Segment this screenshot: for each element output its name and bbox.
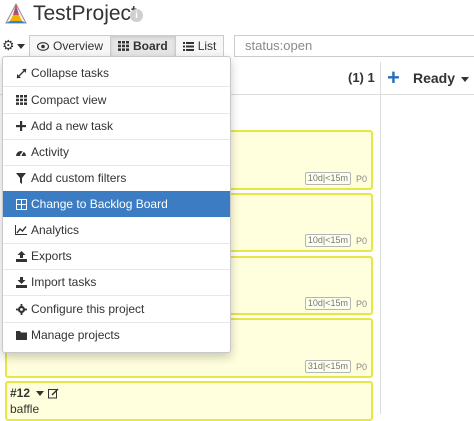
plus-icon	[13, 121, 29, 131]
eye-icon	[37, 41, 49, 51]
menu-item-analytics[interactable]: Analytics	[3, 217, 230, 243]
filter-icon	[13, 172, 29, 184]
menu-item-label: Add custom filters	[31, 171, 127, 185]
info-icon[interactable]: i	[130, 9, 143, 22]
menu-item-manage-projects[interactable]: Manage projects	[3, 322, 230, 348]
grid-icon	[13, 95, 29, 105]
menu-item-label: Analytics	[31, 223, 80, 237]
gear-icon: ⚙	[2, 37, 15, 53]
list-view-button[interactable]: List	[174, 35, 225, 57]
board-icon	[13, 198, 29, 210]
menu-item-label: Change to Backlog Board	[31, 197, 168, 211]
line-chart-icon	[13, 225, 29, 235]
ready-column-dropdown[interactable]: Ready	[413, 70, 469, 86]
cog-icon	[13, 303, 29, 315]
time-badge: 10d|<15m	[304, 172, 351, 185]
card-meta: 10d|<15m P0	[304, 297, 367, 310]
board-view-button[interactable]: Board	[110, 35, 176, 57]
menu-item-change-to-backlog-board[interactable]: Change to Backlog Board	[3, 191, 230, 217]
menu-item-add-new-task[interactable]: Add a new task	[3, 113, 230, 139]
download-icon	[13, 276, 29, 288]
priority-label: P0	[355, 173, 367, 184]
settings-dropdown-toggle[interactable]: ⚙	[0, 35, 26, 55]
menu-item-add-custom-filters[interactable]: Add custom filters	[3, 165, 230, 191]
time-badge: 31d|<15m	[304, 360, 351, 373]
caret-down-icon	[16, 43, 25, 49]
priority-label: P0	[355, 235, 367, 246]
time-badge: 10d|<15m	[304, 234, 351, 247]
time-badge: 10d|<15m	[304, 297, 351, 310]
overview-view-button[interactable]: Overview	[29, 35, 112, 57]
menu-item-compact-view[interactable]: Compact view	[3, 87, 230, 113]
menu-item-import-tasks[interactable]: Import tasks	[3, 269, 230, 295]
task-id: #12	[10, 386, 31, 400]
list-label: List	[197, 39, 217, 53]
menu-item-label: Activity	[31, 145, 70, 159]
menu-item-activity[interactable]: Activity	[3, 139, 230, 165]
grid-icon	[118, 41, 130, 51]
overview-label: Overview	[53, 39, 104, 53]
column-task-count: (1) 1	[348, 70, 375, 85]
column-divider	[380, 62, 381, 414]
edit-icon[interactable]	[48, 387, 59, 399]
board-label: Board	[133, 39, 168, 53]
card-meta: 10d|<15m P0	[304, 172, 367, 185]
settings-dropdown-menu: Collapse tasks Compact view Add a new ta…	[2, 56, 231, 353]
add-task-plus-icon[interactable]: +	[387, 66, 400, 90]
card-meta: 10d|<15m P0	[304, 234, 367, 247]
task-id-dropdown[interactable]: #12	[10, 386, 59, 400]
dashboard-icon	[13, 147, 29, 157]
menu-item-label: Collapse tasks	[31, 66, 110, 80]
ready-column-title: Ready	[413, 70, 456, 86]
upload-icon	[13, 250, 29, 262]
menu-item-label: Manage projects	[31, 328, 120, 342]
menu-item-collapse-tasks[interactable]: Collapse tasks	[3, 60, 230, 86]
priority-label: P0	[355, 298, 367, 309]
view-switcher: Overview Board List	[29, 35, 225, 57]
filter-input[interactable]: status:open	[234, 35, 474, 57]
menu-item-label: Import tasks	[31, 275, 97, 289]
collapse-icon	[13, 68, 29, 79]
card-meta: 31d|<15m P0	[304, 360, 367, 373]
caret-down-icon	[36, 390, 45, 396]
menu-item-configure-project[interactable]: Configure this project	[3, 296, 230, 322]
menu-item-label: Configure this project	[31, 302, 145, 316]
folder-icon	[13, 330, 29, 340]
project-title[interactable]: TestProject	[33, 0, 137, 28]
priority-label: P0	[355, 361, 367, 372]
prism-triangle-logo-icon[interactable]	[5, 2, 27, 26]
menu-item-label: Add a new task	[31, 119, 114, 133]
menu-item-label: Exports	[31, 249, 72, 263]
task-card[interactable]: #12 baffle	[5, 381, 373, 421]
menu-item-exports[interactable]: Exports	[3, 243, 230, 269]
header: TestProject i	[0, 0, 474, 32]
list-icon	[182, 41, 194, 51]
caret-down-icon	[460, 76, 469, 82]
menu-item-label: Compact view	[31, 93, 107, 107]
